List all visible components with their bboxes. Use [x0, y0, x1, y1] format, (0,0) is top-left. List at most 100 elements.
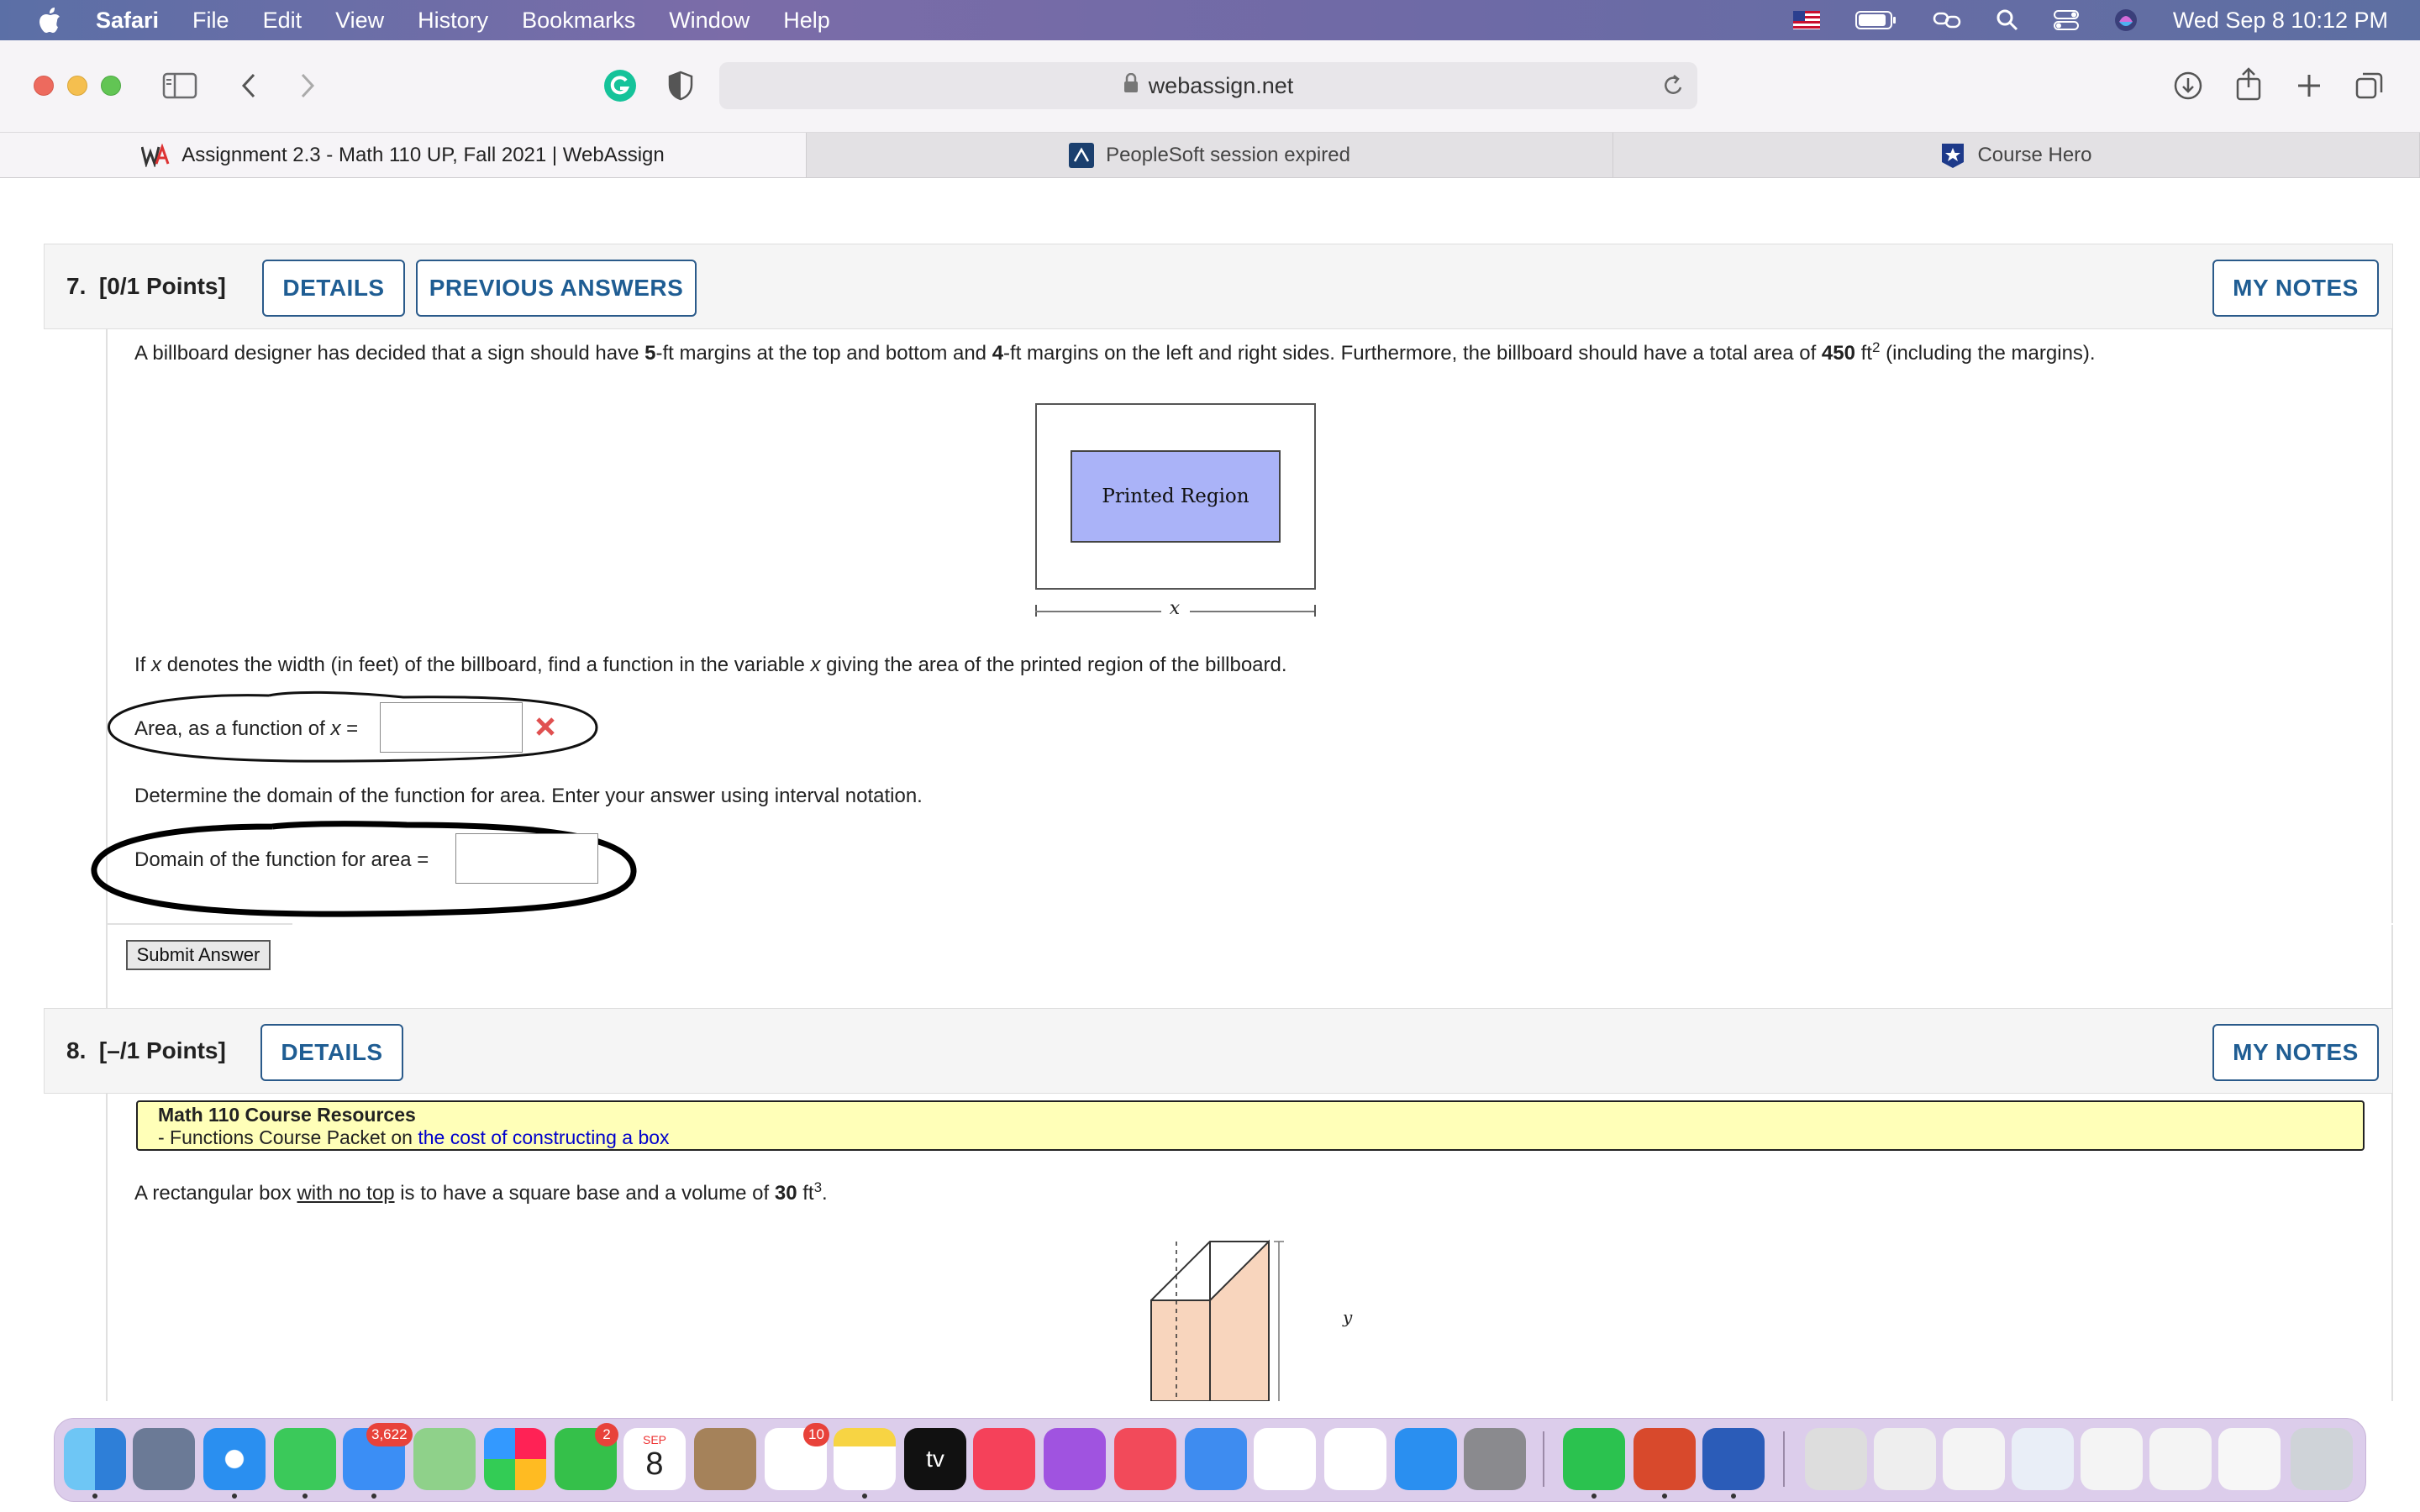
recent-document-icon[interactable] — [2081, 1428, 2143, 1490]
running-indicator — [1591, 1494, 1597, 1499]
powerpoint-icon[interactable] — [1634, 1428, 1696, 1490]
running-indicator — [92, 1494, 97, 1499]
pdf-document-icon[interactable] — [1805, 1428, 1867, 1490]
dock-divider — [1543, 1431, 1544, 1487]
submit-answer-button[interactable]: Submit Answer — [126, 940, 271, 970]
menu-history[interactable]: History — [418, 8, 488, 34]
share-icon[interactable] — [2230, 64, 2267, 104]
minimize-window-button[interactable] — [67, 76, 87, 96]
maps-icon[interactable] — [413, 1428, 476, 1490]
siri-icon[interactable] — [2114, 8, 2138, 32]
recent-document-icon[interactable] — [1943, 1428, 2005, 1490]
previous-answers-button[interactable]: PREVIOUS ANSWERS — [416, 260, 697, 317]
menu-edit[interactable]: Edit — [263, 8, 302, 34]
sidebar-toggle-icon[interactable] — [161, 67, 198, 104]
tab-overview-icon[interactable] — [2351, 67, 2388, 104]
recent-document-icon[interactable] — [2218, 1428, 2281, 1490]
my-notes-button[interactable]: MY NOTES — [2212, 260, 2379, 317]
tab-peoplesoft[interactable]: PeopleSoft session expired — [807, 133, 1613, 177]
grammarly-extension-icon[interactable] — [603, 69, 637, 102]
menu-safari[interactable]: Safari — [96, 8, 159, 34]
resource-link[interactable]: the cost of constructing a box — [418, 1126, 669, 1148]
downloads-icon[interactable] — [2170, 67, 2207, 104]
whatsapp-icon[interactable] — [1563, 1428, 1625, 1490]
trash-icon[interactable] — [2291, 1428, 2353, 1490]
zoom-window-button[interactable] — [101, 76, 121, 96]
running-indicator — [862, 1494, 867, 1499]
facetime-badge: 2 — [595, 1423, 618, 1446]
dock-divider — [1783, 1431, 1785, 1487]
menu-clock[interactable]: Wed Sep 8 10:12 PM — [2173, 8, 2388, 34]
chrome-icon[interactable] — [1874, 1428, 1936, 1490]
domain-input[interactable] — [455, 833, 598, 884]
height-label-y: y — [1343, 1307, 1353, 1327]
close-window-button[interactable] — [34, 76, 54, 96]
news-icon[interactable] — [1114, 1428, 1176, 1490]
finder-icon[interactable] — [64, 1428, 126, 1490]
address-bar[interactable]: webassign.net — [719, 62, 1697, 109]
running-indicator — [232, 1494, 237, 1499]
word-icon[interactable] — [1702, 1428, 1765, 1490]
problem-8-statement: A rectangular box with no top is to have… — [134, 1179, 828, 1205]
question-7-title: 7. [0/1 Points] — [66, 273, 226, 299]
area-function-input[interactable] — [380, 702, 523, 753]
screen-mirroring-icon[interactable] — [1933, 10, 1961, 30]
keynote-icon[interactable] — [1185, 1428, 1247, 1490]
question-8-header: 8. [–/1 Points] DETAILS MY NOTES — [44, 1008, 2393, 1094]
tab-coursehero[interactable]: Course Hero — [1613, 133, 2420, 177]
menu-file[interactable]: File — [192, 8, 229, 34]
question-8-title: 8. [–/1 Points] — [66, 1037, 226, 1063]
system-preferences-icon[interactable] — [1464, 1428, 1526, 1490]
menu-window[interactable]: Window — [669, 8, 750, 34]
details-button[interactable]: DETAILS — [260, 1024, 403, 1081]
resources-title: Math 110 Course Resources — [158, 1104, 416, 1126]
launchpad-icon[interactable] — [133, 1428, 195, 1490]
podcasts-icon[interactable] — [1044, 1428, 1106, 1490]
reminders-badge: 10 — [803, 1423, 829, 1446]
calendar-icon[interactable]: SEP 8 — [623, 1428, 686, 1490]
privacy-shield-icon[interactable] — [666, 69, 696, 102]
menu-bar: Safari File Edit View History Bookmarks … — [0, 0, 2420, 40]
tab-webassign[interactable]: Assignment 2.3 - Math 110 UP, Fall 2021 … — [0, 133, 807, 177]
recent-document-icon[interactable] — [2012, 1428, 2074, 1490]
webassign-favicon-icon — [141, 143, 170, 167]
numbers-icon[interactable] — [1254, 1428, 1316, 1490]
safari-icon[interactable] — [203, 1428, 266, 1490]
my-notes-button[interactable]: MY NOTES — [2212, 1024, 2379, 1081]
problem-7-statement: A billboard designer has decided that a … — [134, 339, 2096, 365]
recent-document-icon[interactable] — [2149, 1428, 2212, 1490]
menu-bookmarks[interactable]: Bookmarks — [522, 8, 635, 34]
problem-7-question: If x denotes the width (in feet) of the … — [134, 654, 1287, 676]
app-store-icon[interactable] — [1395, 1428, 1457, 1490]
messages-icon[interactable] — [274, 1428, 336, 1490]
new-tab-plus-icon[interactable] — [2291, 67, 2328, 104]
address-text: webassign.net — [1148, 72, 1294, 98]
control-center-icon[interactable] — [2053, 9, 2079, 31]
coursehero-favicon-icon — [1940, 142, 1965, 169]
domain-label: Domain of the function for area = — [134, 848, 429, 871]
menu-help[interactable]: Help — [783, 8, 830, 34]
running-indicator — [1731, 1494, 1736, 1499]
mail-badge: 3,622 — [366, 1423, 413, 1446]
apple-tv-icon[interactable]: tv — [904, 1428, 966, 1490]
details-button[interactable]: DETAILS — [262, 260, 405, 317]
apple-icon[interactable] — [37, 6, 62, 34]
tab-label: Course Hero — [1977, 143, 2092, 166]
contacts-icon[interactable] — [694, 1428, 756, 1490]
battery-icon[interactable] — [1854, 10, 1897, 30]
forward-chevron-icon[interactable] — [294, 67, 321, 104]
music-icon[interactable] — [973, 1428, 1035, 1490]
spotlight-search-icon[interactable] — [1996, 9, 2018, 31]
menu-view[interactable]: View — [335, 8, 384, 34]
us-flag-icon[interactable] — [1792, 11, 1820, 29]
lock-icon — [1123, 72, 1139, 99]
notes-icon[interactable] — [834, 1428, 896, 1490]
pages-icon[interactable] — [1324, 1428, 1386, 1490]
area-label: Area, as a function of x = — [134, 717, 359, 740]
width-label-x: x — [1169, 598, 1181, 619]
reload-icon[interactable] — [1662, 72, 1686, 103]
back-chevron-icon[interactable] — [235, 67, 262, 104]
peoplesoft-favicon-icon — [1069, 142, 1095, 168]
tab-bar: Assignment 2.3 - Math 110 UP, Fall 2021 … — [0, 133, 2420, 178]
photos-icon[interactable] — [484, 1428, 546, 1490]
